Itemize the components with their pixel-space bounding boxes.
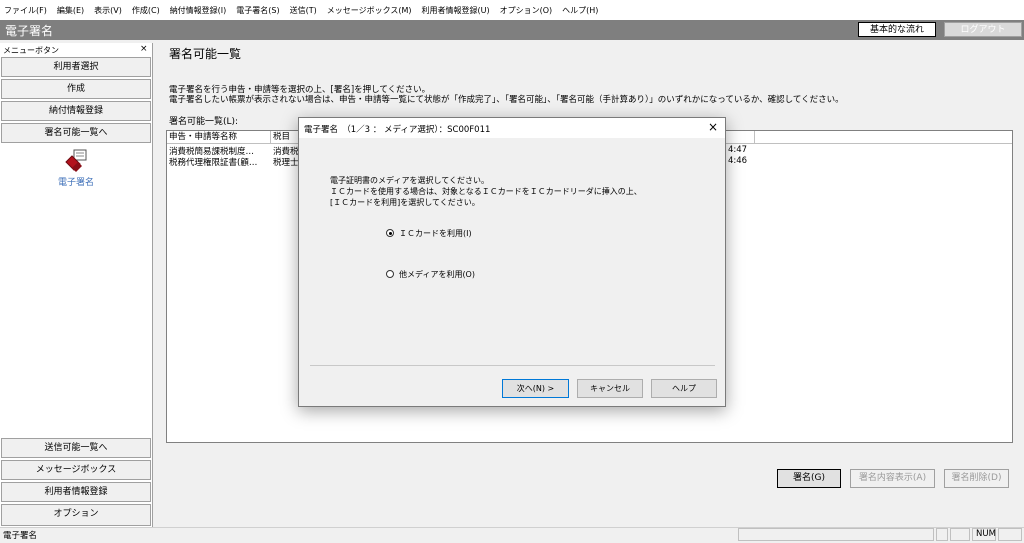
user-info-button[interactable]: 利用者情報登録 [1,482,151,502]
message-box-button[interactable]: メッセージボックス [1,460,151,480]
status-text: 電子署名 [3,531,38,541]
instruction-text-2: 電子署名したい帳票が表示されない場合は、申告・申請等一覧にて状態が「作成完了」、… [169,95,844,105]
cancel-button[interactable]: キャンセル [577,379,643,398]
digital-signature-icon[interactable] [62,148,88,174]
dialog-close-icon[interactable]: × [708,120,718,134]
menu-bar: ファイル(F) 編集(E) 表示(V) 作成(C) 納付情報登録(I) 電子署名… [0,0,1024,20]
user-select-button[interactable]: 利用者選択 [1,57,151,77]
status-pane [738,528,934,541]
signable-list-button[interactable]: 署名可能一覧へ [1,123,151,143]
row-2-time: 4:46 [728,156,748,166]
signature-detail-button[interactable]: 署名内容表示(A) [850,469,935,488]
logout-button[interactable]: ログアウト [944,22,1022,37]
menu-user-info[interactable]: 利用者情報登録(U) [418,5,496,16]
dialog-message-2: ＩＣカードを使用する場合は、対象となるＩＣカードをＩＣカードリーダに挿入の上、 [330,187,642,196]
status-num: NUM [972,528,996,541]
next-button[interactable]: 次へ(N) > [502,379,569,398]
menu-payment-info[interactable]: 納付情報登録(I) [166,5,233,16]
menu-message-box[interactable]: メッセージボックス(M) [323,5,418,16]
basic-flow-button[interactable]: 基本的な流れ [858,22,936,37]
menu-view[interactable]: 表示(V) [90,5,128,16]
menu-send[interactable]: 送信(T) [286,5,323,16]
row-2-name: 税務代理権限証書(顧… [169,158,258,168]
column-header-filler [755,131,1012,144]
digital-signature-icon-label[interactable]: 電子署名 [40,175,112,188]
dialog-title: 電子署名 （1／3 ： メディア選択）：SC00F011 [304,125,491,135]
menu-edit[interactable]: 編集(E) [53,5,90,16]
other-media-radio[interactable] [386,270,394,278]
media-select-dialog [298,117,726,407]
dialog-message-3: [ＩＣカードを利用]を選択してください。 [330,198,480,207]
create-button[interactable]: 作成 [1,79,151,99]
dialog-separator [310,365,715,366]
sign-button[interactable]: 署名(G) [777,469,841,488]
row-1-time: 4:47 [728,145,748,155]
status-pane [936,528,948,541]
menu-panel-close-icon[interactable]: × [140,44,148,54]
menu-file[interactable]: ファイル(F) [0,5,53,16]
row-2-tax: 税理士 [273,158,299,168]
column-header-time[interactable] [725,131,755,144]
status-pane [950,528,970,541]
ic-card-radio-label[interactable]: ＩＣカードを利用(I) [399,228,472,239]
other-media-radio-label[interactable]: 他メディアを利用(O) [399,269,475,280]
payment-info-button[interactable]: 納付情報登録 [1,101,151,121]
menu-options[interactable]: オプション(O) [496,5,559,16]
options-button[interactable]: オプション [1,504,151,526]
signable-list-label: 署名可能一覧(L): [169,117,239,127]
app-title: 電子署名 [5,24,54,38]
menu-help[interactable]: ヘルプ(H) [558,5,604,16]
ic-card-radio[interactable] [386,229,394,237]
column-header-name[interactable]: 申告・申請等名称 [167,131,271,144]
signature-delete-button[interactable]: 署名削除(D) [944,469,1009,488]
column-header-tax[interactable]: 税目 [271,131,301,144]
help-button[interactable]: ヘルプ [651,379,717,398]
status-pane [998,528,1022,541]
sendable-list-button[interactable]: 送信可能一覧へ [1,438,151,458]
dialog-message-1: 電子証明書のメディアを選択してください。 [330,176,489,185]
menu-digital-signature[interactable]: 電子署名(S) [232,5,285,16]
page-title: 署名可能一覧 [169,47,242,61]
menu-panel-caption: メニューボタン [3,46,59,55]
menu-create[interactable]: 作成(C) [128,5,166,16]
